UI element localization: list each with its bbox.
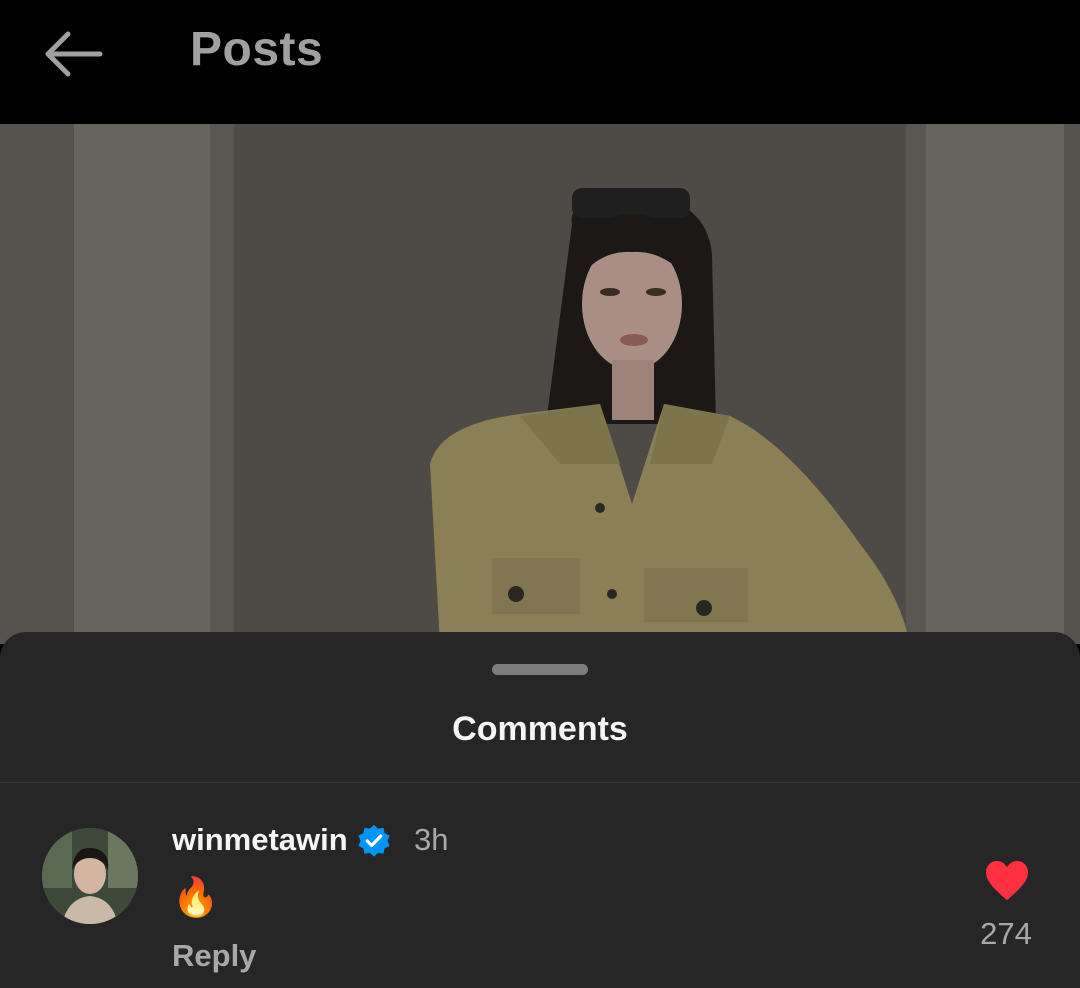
comment-timestamp: 3h bbox=[414, 822, 449, 857]
post-image[interactable] bbox=[0, 124, 1080, 644]
arrow-left-icon bbox=[45, 31, 103, 77]
comments-sheet: Comments winmetawin 3h 🔥 Reply 274 bbox=[0, 632, 1080, 988]
comment-username[interactable]: winmetawin bbox=[172, 822, 348, 858]
like-count: 274 bbox=[980, 916, 1032, 951]
page-title: Posts bbox=[190, 23, 324, 76]
top-bar: Posts bbox=[0, 0, 1080, 124]
drag-handle[interactable] bbox=[492, 664, 588, 675]
post-photo bbox=[0, 124, 1080, 644]
comment-text: 🔥 bbox=[172, 877, 220, 919]
comments-title: Comments bbox=[452, 710, 628, 748]
heart-icon[interactable] bbox=[984, 860, 1030, 902]
reply-button[interactable]: Reply bbox=[172, 938, 256, 974]
verified-badge-icon bbox=[358, 824, 390, 857]
back-button[interactable] bbox=[40, 26, 106, 82]
avatar[interactable] bbox=[42, 828, 138, 924]
avatar-photo bbox=[42, 828, 138, 924]
divider bbox=[0, 782, 1080, 783]
